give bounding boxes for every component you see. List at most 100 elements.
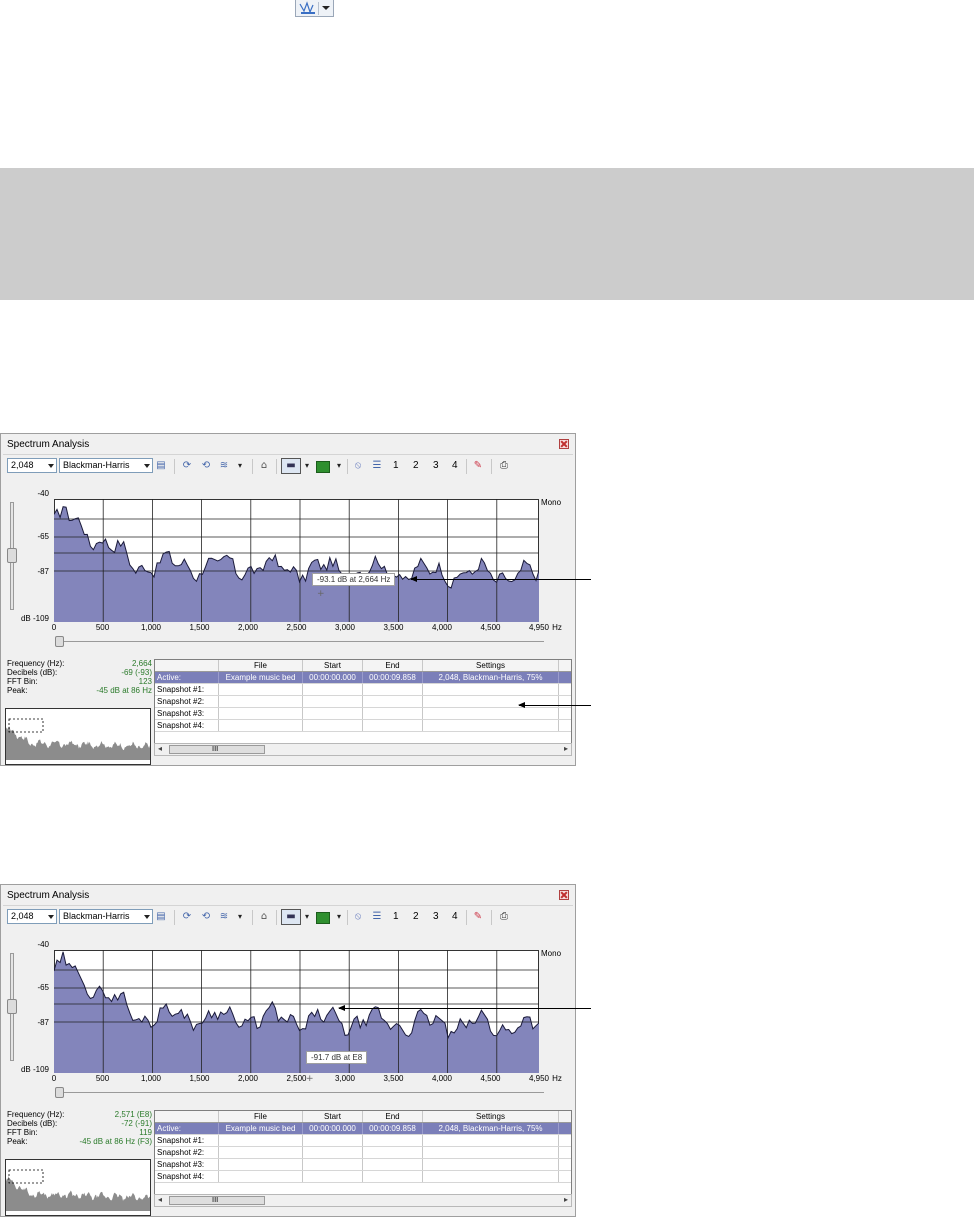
graph-type-icon[interactable]: ▬: [281, 458, 301, 474]
column-header[interactable]: Start: [303, 1111, 363, 1122]
close-icon[interactable]: [559, 890, 569, 900]
spectrum-graph[interactable]: [54, 950, 539, 1073]
info-value: 2,664: [131, 659, 152, 668]
info-key: Decibels (dB):: [7, 1119, 58, 1128]
color-scheme-icon[interactable]: [316, 912, 330, 924]
pencil-icon[interactable]: ✎: [471, 910, 485, 924]
x-axis-label: 2,500: [286, 623, 307, 632]
monitor-icon[interactable]: ≋: [217, 459, 231, 473]
column-header[interactable]: End: [363, 660, 423, 671]
overview-svg: [6, 718, 150, 761]
snapshot-4-button[interactable]: 4: [452, 911, 458, 922]
table-cell: [423, 1135, 559, 1146]
scroll-thumb[interactable]: III: [169, 745, 265, 754]
chevron-down-icon[interactable]: [322, 6, 330, 10]
window-type-select[interactable]: Blackman-Harris: [59, 458, 153, 473]
column-header[interactable]: Settings: [423, 660, 559, 671]
table-row[interactable]: Snapshot #1:: [155, 1135, 571, 1147]
snapshot-3-button[interactable]: 3: [433, 911, 439, 922]
overview-graph[interactable]: [5, 708, 151, 765]
column-header[interactable]: Start: [303, 660, 363, 671]
clear-snapshots-icon[interactable]: ⦸: [351, 459, 365, 473]
pencil-icon[interactable]: ✎: [471, 459, 485, 473]
chevron-down-icon[interactable]: ▾: [300, 910, 314, 924]
snapshot-1-button[interactable]: 1: [393, 460, 399, 471]
snapshot-list-icon[interactable]: ☰: [370, 910, 384, 924]
column-header[interactable]: End: [363, 1111, 423, 1122]
close-icon[interactable]: [559, 439, 569, 449]
snapshot-list-icon[interactable]: ☰: [370, 459, 384, 473]
column-header[interactable]: [155, 1111, 219, 1122]
chevron-down-icon[interactable]: ▾: [233, 459, 247, 473]
overview-graph[interactable]: [5, 1159, 151, 1216]
snapshot-2-button[interactable]: 2: [413, 460, 419, 471]
toolbar-separator: [174, 459, 175, 474]
table-cell: Example music bed: [219, 1123, 303, 1134]
column-header[interactable]: File: [219, 1111, 303, 1122]
table-header: File Start End Settings: [155, 660, 571, 672]
fft-size-select[interactable]: 2,048: [7, 909, 57, 924]
db-range-slider[interactable]: [7, 999, 17, 1014]
table-row[interactable]: Active: Example music bed 00:00:00.000 00:0…: [155, 1123, 571, 1135]
display-settings-icon[interactable]: ▤: [154, 910, 168, 924]
table-row[interactable]: Snapshot #4:: [155, 720, 571, 732]
window-type-select[interactable]: Blackman-Harris: [59, 909, 153, 924]
chevron-down-icon[interactable]: ▾: [332, 459, 346, 473]
fft-size-select[interactable]: 2,048: [7, 458, 57, 473]
snapshot-3-button[interactable]: 3: [433, 460, 439, 471]
zoom-slider[interactable]: [55, 636, 64, 647]
table-hscrollbar[interactable]: ◂ III ▸: [154, 1194, 572, 1207]
x-axis-unit: Hz: [552, 623, 562, 632]
table-row[interactable]: Snapshot #3:: [155, 1159, 571, 1171]
print-icon[interactable]: ⎙: [497, 459, 511, 473]
info-row: Peak: -45 dB at 86 Hz: [7, 686, 152, 696]
auto-update-icon[interactable]: ⟲: [199, 459, 213, 473]
table-hscrollbar[interactable]: ◂ III ▸: [154, 743, 572, 756]
snapshot-1-button[interactable]: 1: [393, 911, 399, 922]
scroll-thumb[interactable]: III: [169, 1196, 265, 1205]
snapshot-2-button[interactable]: 2: [413, 911, 419, 922]
x-axis-label: 3,500: [383, 1074, 404, 1083]
table-row[interactable]: Snapshot #2:: [155, 1147, 571, 1159]
monitor-icon[interactable]: ≋: [217, 910, 231, 924]
x-axis-label: 1,000: [140, 1074, 162, 1083]
lock-icon[interactable]: ⌂: [257, 910, 271, 924]
scroll-left-icon[interactable]: ◂: [158, 744, 162, 753]
lock-icon[interactable]: ⌂: [257, 459, 271, 473]
refresh-icon[interactable]: ⟳: [180, 910, 194, 924]
scroll-right-icon[interactable]: ▸: [564, 1195, 568, 1204]
table-row[interactable]: Snapshot #1:: [155, 684, 571, 696]
chevron-down-icon[interactable]: ▾: [300, 459, 314, 473]
chevron-down-icon[interactable]: ▾: [233, 910, 247, 924]
info-value: -45 dB at 86 Hz (F3): [79, 1137, 152, 1146]
spectrum-graph[interactable]: [54, 499, 539, 622]
scroll-right-icon[interactable]: ▸: [564, 744, 568, 753]
table-row[interactable]: Snapshot #2:: [155, 696, 571, 708]
column-header[interactable]: File: [219, 660, 303, 671]
column-header[interactable]: Settings: [423, 1111, 559, 1122]
column-header[interactable]: [155, 660, 219, 671]
window-title: Spectrum Analysis: [7, 890, 90, 901]
print-icon[interactable]: ⎙: [497, 910, 511, 924]
spectrum-split-button[interactable]: [295, 0, 334, 17]
table-row[interactable]: Snapshot #3:: [155, 708, 571, 720]
table-cell: Snapshot #3:: [155, 708, 219, 719]
table-row[interactable]: Active: Example music bed 00:00:00.000 00:0…: [155, 672, 571, 684]
db-range-slider[interactable]: [7, 548, 17, 563]
zoom-slider[interactable]: [55, 1087, 64, 1098]
table-cell: 00:00:09.858: [363, 672, 423, 683]
chevron-down-icon[interactable]: ▾: [332, 910, 346, 924]
auto-update-icon[interactable]: ⟲: [199, 910, 213, 924]
color-scheme-icon[interactable]: [316, 461, 330, 473]
graph-type-icon[interactable]: ▬: [281, 909, 301, 925]
crosshair-icon: +: [306, 1074, 314, 1084]
table-cell: [219, 684, 303, 695]
refresh-icon[interactable]: ⟳: [180, 459, 194, 473]
snapshot-4-button[interactable]: 4: [452, 460, 458, 471]
spectrum-area: [54, 506, 539, 622]
scroll-left-icon[interactable]: ◂: [158, 1195, 162, 1204]
display-settings-icon[interactable]: ▤: [154, 459, 168, 473]
toolbar: 2,048 Blackman-Harris ▤ ⟳ ⟲ ≋ ▾ ⌂ ▬ ▾ ▾ …: [3, 454, 573, 477]
clear-snapshots-icon[interactable]: ⦸: [351, 910, 365, 924]
table-row[interactable]: Snapshot #4:: [155, 1171, 571, 1183]
